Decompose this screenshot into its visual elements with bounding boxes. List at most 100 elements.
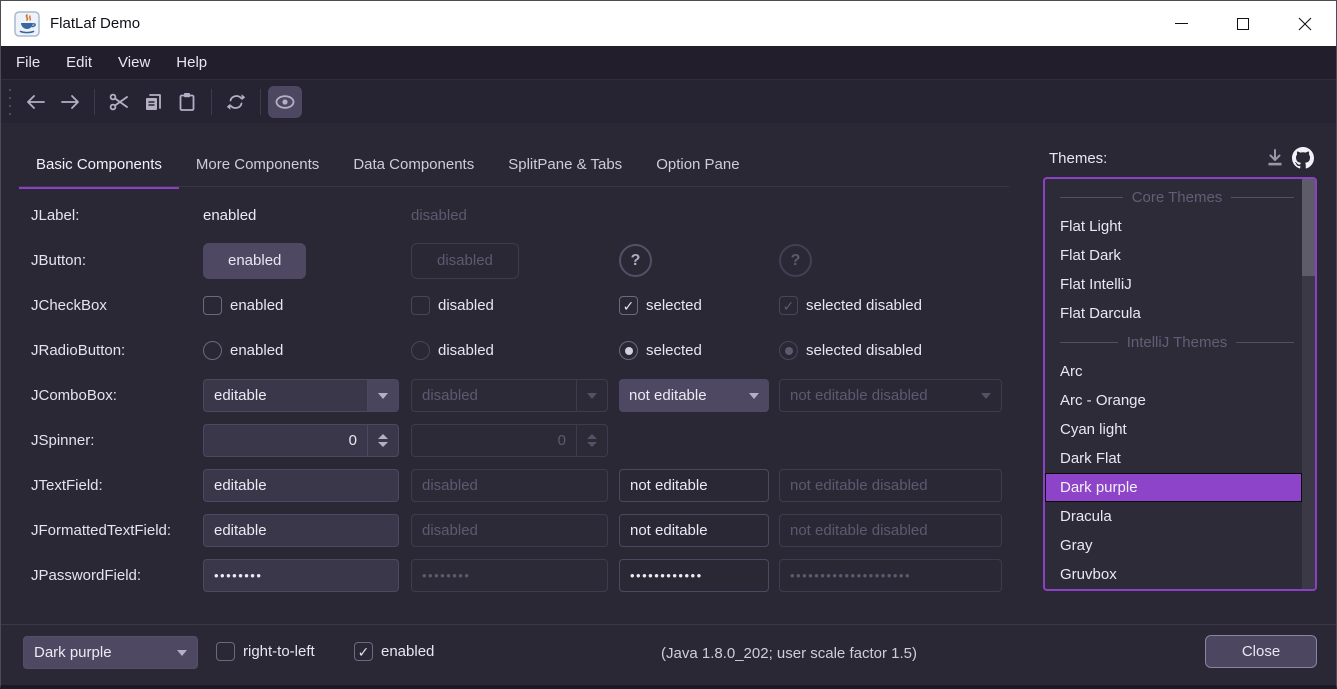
theme-item-arc[interactable]: Arc [1045,357,1302,386]
cut-button[interactable] [102,86,136,118]
refresh-button[interactable] [219,86,253,118]
component-showcase: JLabel: enabled disabled JButton: enable… [31,193,1003,598]
row-label-jformattedtextfield: JFormattedTextField: [31,522,203,539]
title-bar: FlatLaf Demo [1,1,1336,46]
radio-selected-icon [779,341,798,360]
menu-view[interactable]: View [105,46,163,79]
textfield-disabled: disabled [411,469,608,502]
formatted-textfield-not-editable[interactable]: not editable [619,514,769,547]
tab-option-pane[interactable]: Option Pane [639,141,756,187]
passwordfield-not-editable[interactable]: •••••••••••• [619,559,769,592]
spinner-down-icon [587,442,597,447]
themes-scrollbar[interactable] [1302,179,1315,589]
scrollbar-thumb[interactable] [1302,179,1315,276]
clipboard-icon [178,92,196,112]
theme-item-gray[interactable]: Gray [1045,531,1302,560]
chevron-down-icon [749,393,759,399]
close-button[interactable]: Close [1205,635,1317,668]
chevron-down-icon [587,393,597,399]
theme-item-dark-purple[interactable]: Dark purple [1045,473,1302,502]
row-label-jbutton: JButton: [31,252,203,269]
java-app-icon [14,11,40,37]
forward-button[interactable] [53,86,87,118]
tab-data-components[interactable]: Data Components [336,141,491,187]
copy-icon [143,92,163,112]
show-hidden-toggle[interactable] [268,86,302,118]
checkbox-checked-icon: ✓ [779,296,798,315]
jbutton-enabled[interactable]: enabled [203,243,306,279]
theme-combobox[interactable]: Dark purple [23,636,198,669]
minimize-button[interactable] [1150,1,1212,46]
theme-item-dracula[interactable]: Dracula [1045,502,1302,531]
help-button[interactable]: ? [619,244,652,277]
formatted-textfield-editable[interactable]: editable [203,514,399,547]
theme-item-flat-intellij[interactable]: Flat IntelliJ [1045,270,1302,299]
chevron-down-icon [177,650,187,656]
status-text: (Java 1.8.0_202; user scale factor 1.5) [661,645,917,662]
spinner-buttons [576,425,607,456]
bottom-bar: Dark purple right-to-left ✓ enabled (Jav… [1,624,1336,685]
copy-button[interactable] [136,86,170,118]
textfield-not-editable[interactable]: not editable [619,469,769,502]
download-themes-button[interactable] [1261,145,1289,171]
maximize-button[interactable] [1212,1,1274,46]
row-label-jspinner: JSpinner: [31,432,203,449]
row-label-jradiobutton: JRadioButton: [31,342,203,359]
checkbox-checked-icon: ✓ [619,296,638,315]
spinner-buttons[interactable] [367,425,398,456]
minimize-icon [1175,23,1188,24]
checkbox-icon [216,642,235,661]
menu-help[interactable]: Help [163,46,220,79]
checkbox-checked-icon: ✓ [354,642,373,661]
formatted-textfield-disabled: disabled [411,514,608,547]
github-button[interactable] [1289,145,1317,171]
formatted-textfield-not-editable-disabled: not editable disabled [779,514,1002,547]
combobox-not-editable-disabled: not editable disabled [779,379,1002,412]
theme-item-arc-orange[interactable]: Arc - Orange [1045,386,1302,415]
spinner-down-icon [378,442,388,447]
back-button[interactable] [19,86,53,118]
combobox-arrow-button[interactable] [367,380,398,411]
tab-splitpane-tabs[interactable]: SplitPane & Tabs [491,141,639,187]
theme-item-dark-flat[interactable]: Dark Flat [1045,444,1302,473]
combobox-not-editable[interactable]: not editable [619,379,769,412]
textfield-editable[interactable]: editable [203,469,399,502]
right-to-left-checkbox[interactable]: right-to-left [216,642,315,661]
close-window-button[interactable] [1274,1,1336,46]
toolbar-separator [94,89,95,115]
toolbar-separator [260,89,261,115]
radio-enabled[interactable]: enabled [203,341,411,360]
passwordfield-disabled: •••••••• [411,559,608,592]
themes-header: Themes: [1049,145,1317,171]
menu-edit[interactable]: Edit [53,46,105,79]
theme-item-cyan-light[interactable]: Cyan light [1045,415,1302,444]
row-label-jtextfield: JTextField: [31,477,203,494]
paste-button[interactable] [170,86,204,118]
tab-basic-components[interactable]: Basic Components [19,141,179,187]
spinner-enabled[interactable]: 0 [203,424,399,457]
combobox-editable[interactable]: editable [203,379,399,412]
theme-item-flat-light[interactable]: Flat Light [1045,212,1302,241]
toolbar [1,79,1336,123]
toolbar-grip[interactable] [6,89,13,115]
passwordfield-editable[interactable]: •••••••• [203,559,399,592]
github-icon [1292,147,1314,169]
combobox-arrow-button[interactable] [738,379,769,412]
enabled-checkbox[interactable]: ✓ enabled [354,642,434,661]
theme-item-flat-darcula[interactable]: Flat Darcula [1045,299,1302,328]
checkbox-selected[interactable]: ✓ selected [619,296,779,315]
theme-item-flat-dark[interactable]: Flat Dark [1045,241,1302,270]
combobox-disabled: disabled [411,379,608,412]
combobox-arrow-button[interactable] [166,637,197,668]
menu-bar: File Edit View Help [1,46,1336,79]
jlabel-disabled: disabled [411,207,619,224]
radio-selected[interactable]: selected [619,341,779,360]
tab-more-components[interactable]: More Components [179,141,336,187]
row-label-jlabel: JLabel: [31,207,203,224]
combobox-arrow-button [576,380,607,411]
row-label-jcheckbox: JCheckBox [31,297,203,314]
menu-file[interactable]: File [3,46,53,79]
checkbox-enabled[interactable]: enabled [203,296,411,315]
theme-item-gruvbox[interactable]: Gruvbox [1045,560,1302,589]
jlabel-enabled: enabled [203,207,411,224]
